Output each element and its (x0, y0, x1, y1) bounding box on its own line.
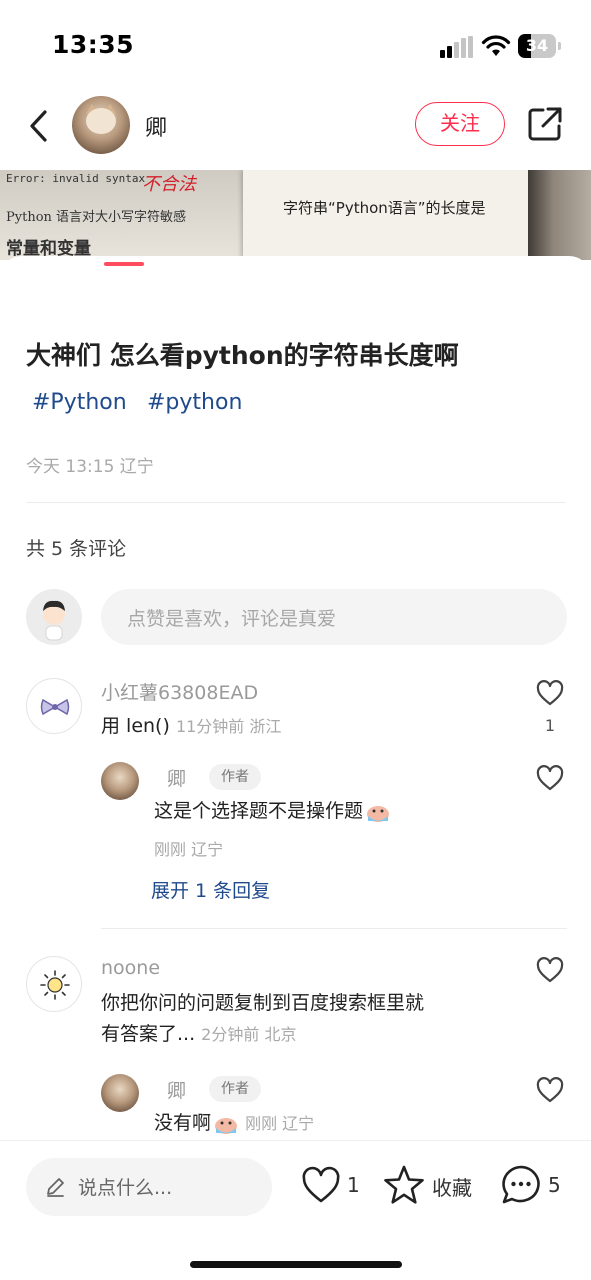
collect-label[interactable]: 收藏 (432, 1172, 472, 1201)
battery-indicator: 34 (518, 34, 562, 58)
status-bar: 13:35 34 (0, 0, 591, 90)
bow-icon (40, 698, 70, 716)
heart-icon[interactable] (536, 957, 564, 983)
comment-text: 你把你问的问题复制到百度搜索框里就 有答案了... 2分钟前 北京 (101, 988, 424, 1050)
reply-text-body: 这是个选择题不是操作题 (154, 800, 364, 822)
reply-author-name[interactable]: 卿 (167, 1076, 186, 1103)
star-icon[interactable] (383, 1164, 425, 1206)
battery-level-text: 34 (525, 36, 549, 55)
post-image-right (528, 170, 591, 260)
post-comment-count: 5 (548, 1173, 561, 1197)
bottom-comment-input[interactable]: 说点什么... (26, 1158, 272, 1216)
image-text-line2: Python 语言对大小写字符敏感 (6, 210, 187, 225)
hashtag-link[interactable]: #Python (32, 390, 127, 415)
comment-meta: 2分钟前 北京 (201, 1025, 297, 1044)
reply-author-avatar[interactable] (101, 1074, 139, 1112)
reply-author-name[interactable]: 卿 (167, 764, 186, 791)
like-count: 1 (544, 716, 556, 735)
image-text-scribble: 不合法 (142, 174, 196, 195)
crying-emoji-icon (215, 1117, 238, 1134)
comment-count: 共 5 条评论 (26, 538, 127, 560)
heart-icon[interactable] (301, 1166, 341, 1204)
pencil-icon (47, 1178, 64, 1197)
my-avatar (26, 589, 82, 645)
post-header: 卿 关注 (0, 90, 591, 170)
heart-icon[interactable] (536, 765, 564, 791)
reply-text: 没有啊 刚刚 辽宁 (154, 1108, 314, 1139)
comment-text-line2-wrap: 有答案了... 2分钟前 北京 (101, 1019, 424, 1050)
reply-meta: 刚刚 辽宁 (154, 840, 224, 859)
crying-emoji-icon (367, 805, 390, 822)
bottom-action-bar: 说点什么... 1 收藏 5 (0, 1140, 591, 1280)
commenter-avatar[interactable] (26, 678, 82, 734)
author-badge: 作者 (209, 1076, 261, 1102)
follow-button[interactable]: 关注 (415, 102, 505, 146)
author-badge: 作者 (209, 764, 261, 790)
bottom-input-placeholder: 说点什么... (78, 1177, 173, 1199)
post-title: 大神们 怎么看python的字符串长度啊 (26, 341, 459, 370)
commenter-avatar[interactable] (26, 956, 82, 1012)
reply-meta: 刚刚 辽宁 (245, 1114, 315, 1133)
comment-meta: 11分钟前 浙江 (175, 717, 282, 736)
author-name[interactable]: 卿 (145, 110, 167, 142)
post-image-carousel[interactable]: Error: invalid syntax 不合法 Python 语言对大小写字… (0, 170, 591, 260)
content-sheet: 大神们 怎么看python的字符串长度啊 #Python #python 今天 … (0, 256, 591, 1156)
share-icon[interactable] (527, 106, 563, 142)
post-image-left: Error: invalid syntax 不合法 Python 语言对大小写字… (0, 170, 243, 260)
image-text-error: Error: invalid syntax (6, 172, 146, 185)
signal-icon (440, 36, 473, 58)
post-meta: 今天 13:15 辽宁 (26, 457, 154, 477)
image-text-question: 字符串“Python语言”的长度是 (283, 199, 486, 217)
comment-text: 用 len() 11分钟前 浙江 (101, 711, 281, 742)
reply-text: 这是个选择题不是操作题 (154, 796, 391, 827)
heart-icon[interactable] (536, 680, 564, 706)
post-like-count: 1 (347, 1173, 360, 1197)
sun-icon (40, 970, 70, 1000)
status-time: 13:35 (52, 30, 135, 59)
home-indicator (190, 1261, 402, 1268)
sheet-indicator (104, 262, 144, 266)
heart-icon[interactable] (536, 1077, 564, 1103)
comment-text-line1: 你把你问的问题复制到百度搜索框里就 (101, 992, 425, 1014)
wifi-icon (481, 35, 511, 56)
comment-bubble-icon[interactable] (500, 1164, 542, 1206)
hashtag-link[interactable]: #python (147, 390, 242, 415)
author-avatar[interactable] (72, 96, 130, 154)
commenter-name[interactable]: 小红薯63808EAD (101, 678, 258, 705)
post-image-center: 字符串“Python语言”的长度是 (243, 170, 528, 260)
divider (101, 928, 567, 929)
comment-text-line2: 有答案了... (101, 1023, 196, 1045)
comment-text-body: 用 len() (101, 715, 170, 737)
reply-author-avatar[interactable] (101, 762, 139, 800)
reply-text-body: 没有啊 (154, 1112, 212, 1134)
expand-replies-link[interactable]: 展开 1 条回复 (151, 876, 270, 903)
commenter-name[interactable]: noone (101, 957, 160, 979)
back-icon[interactable] (26, 108, 52, 144)
comment-input-placeholder: 点赞是喜欢，评论是真爱 (127, 608, 337, 630)
comment-input[interactable]: 点赞是喜欢，评论是真爱 (101, 589, 567, 645)
divider (26, 502, 566, 503)
